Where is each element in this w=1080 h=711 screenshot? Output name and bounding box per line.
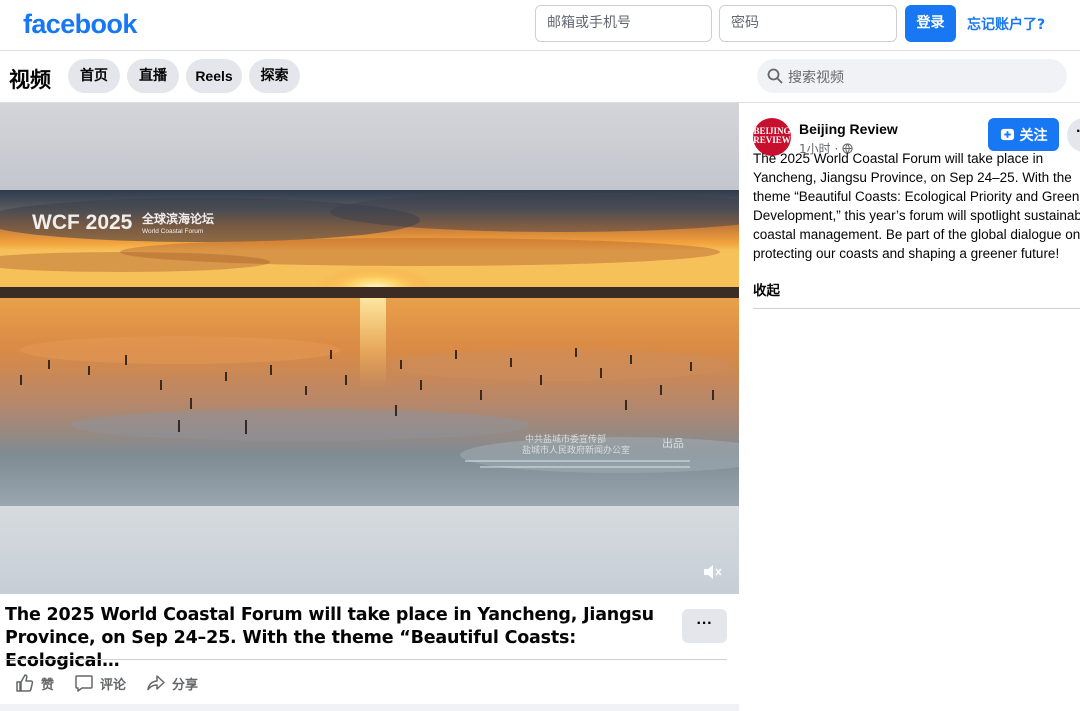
- password-input[interactable]: 密码: [719, 5, 897, 42]
- credit-cn-line2: 盐城市人民政府新闻办公室: [522, 444, 630, 456]
- like-button[interactable]: 赞: [15, 672, 54, 694]
- wcf-overlay-cn: 全球滨海论坛: [141, 211, 214, 226]
- wcf-overlay-en: World Coastal Forum: [142, 228, 203, 235]
- muted-speaker-icon[interactable]: [701, 561, 723, 583]
- collapse-link[interactable]: 收起: [753, 279, 780, 299]
- top-bar: facebook 邮箱或手机号 密码 登录 忘记账户了?: [0, 0, 1080, 51]
- video-blur-bottom: [0, 506, 739, 594]
- post-details-panel: BEIJING REVIEW Beijing Review 1小时 · 关注 ·…: [739, 103, 1080, 711]
- post-divider: [5, 659, 727, 660]
- search-input[interactable]: 搜索视频: [757, 59, 1067, 93]
- like-icon: [16, 674, 34, 692]
- credit-cn-line1: 中共盐城市委宣传部: [525, 433, 606, 445]
- tab-explore[interactable]: 探索: [249, 59, 300, 93]
- like-label: 赞: [41, 677, 55, 693]
- video-player[interactable]: WCF 2025 全球滨海论坛 World Coastal Forum 中共盐城…: [0, 103, 739, 594]
- follow-label: 关注: [1019, 127, 1048, 144]
- follow-button[interactable]: 关注: [988, 118, 1059, 151]
- tab-reels[interactable]: Reels: [186, 59, 242, 93]
- wcf-overlay-brand: WCF 2025: [32, 211, 133, 234]
- page-name[interactable]: Beijing Review: [799, 121, 898, 137]
- more-options-button[interactable]: ···: [682, 609, 727, 643]
- email-input[interactable]: 邮箱或手机号: [535, 5, 712, 42]
- panel-more-button[interactable]: ···: [1067, 118, 1080, 152]
- post-description: The 2025 World Coastal Forum will take p…: [753, 151, 1080, 261]
- facebook-logo[interactable]: facebook: [23, 9, 137, 40]
- sunset-coast-scene: WCF 2025 全球滨海论坛 World Coastal Forum 中共盐城…: [0, 190, 739, 507]
- login-button[interactable]: 登录: [905, 5, 956, 42]
- follow-icon: [1000, 128, 1014, 141]
- video-nav-bar: 视频 首页 直播 Reels 探索 搜索视频: [0, 51, 1080, 103]
- video-frame[interactable]: WCF 2025 全球滨海论坛 World Coastal Forum 中共盐城…: [0, 190, 739, 507]
- tab-live[interactable]: 直播: [127, 59, 179, 93]
- credit-out: 出品: [662, 436, 684, 450]
- search-icon: [767, 68, 783, 84]
- post-title-line2: Province, on Sep 24–25. With the theme “…: [5, 628, 577, 671]
- comment-label: 评论: [100, 677, 127, 693]
- share-button[interactable]: 分享: [146, 672, 198, 694]
- video-blur-top: [0, 103, 739, 190]
- comment-icon: [75, 675, 93, 692]
- tab-home[interactable]: 首页: [68, 59, 120, 93]
- post-title-line1: The 2025 World Coastal Forum will take p…: [5, 605, 654, 625]
- share-icon: [147, 675, 165, 691]
- page-title: 视频: [9, 68, 51, 92]
- post-title: The 2025 World Coastal Forum will take p…: [5, 604, 665, 673]
- forgot-account-link[interactable]: 忘记账户了?: [967, 14, 1045, 34]
- avatar-logo-text: BEIJING REVIEW: [753, 126, 791, 145]
- comment-button[interactable]: 评论: [74, 672, 126, 694]
- search-placeholder: 搜索视频: [788, 70, 844, 86]
- share-label: 分享: [172, 677, 199, 693]
- panel-divider: [753, 308, 1080, 309]
